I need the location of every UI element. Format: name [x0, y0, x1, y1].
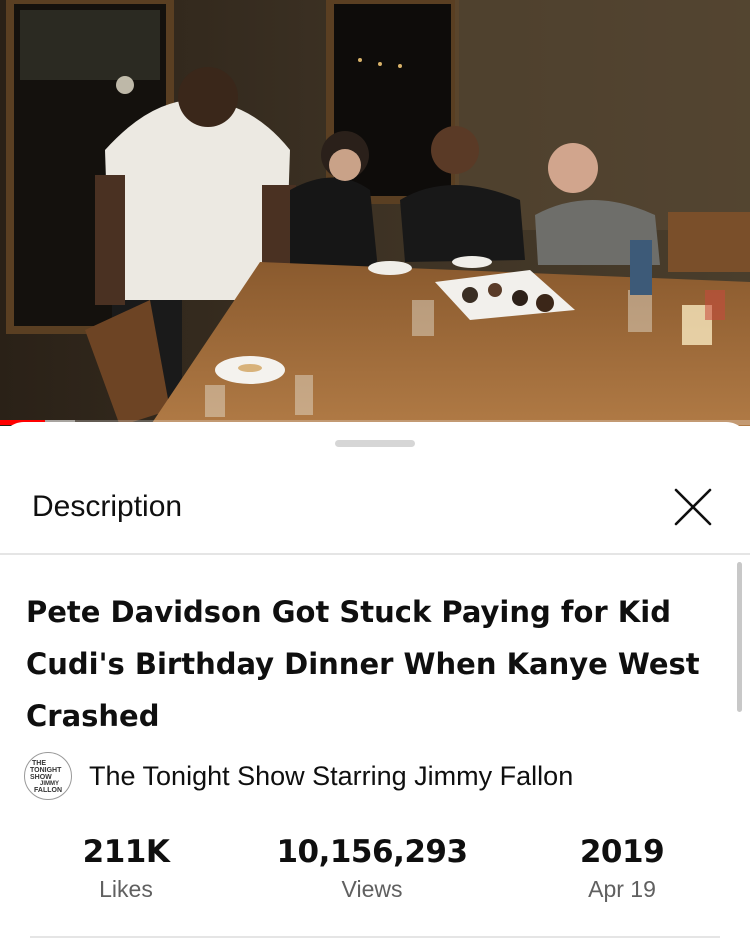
- svg-text:THE: THE: [32, 760, 46, 767]
- likes-label: Likes: [99, 876, 153, 902]
- header-divider: [0, 553, 750, 555]
- svg-text:SHOW: SHOW: [30, 774, 52, 781]
- video-title: Pete Davidson Got Stuck Paying for Kid C…: [26, 595, 700, 733]
- video-frame-image: [0, 0, 750, 426]
- channel-name[interactable]: The Tonight Show Starring Jimmy Fallon: [89, 761, 573, 792]
- svg-text:FALLON: FALLON: [34, 787, 62, 794]
- app-frame: Description Pete Davidson Got Stuck Payi…: [0, 0, 750, 940]
- channel-row[interactable]: THE TONIGHT SHOW JIMMY FALLON The Tonigh…: [24, 752, 573, 800]
- close-button[interactable]: [666, 480, 720, 534]
- channel-avatar[interactable]: THE TONIGHT SHOW JIMMY FALLON: [24, 752, 72, 800]
- tonight-show-logo: THE TONIGHT SHOW JIMMY FALLON: [30, 760, 62, 794]
- video-player[interactable]: [0, 0, 750, 426]
- svg-text:TONIGHT: TONIGHT: [30, 767, 62, 774]
- scrollbar[interactable]: [737, 562, 742, 712]
- publish-year: 2019: [579, 834, 665, 870]
- views-count: 10,156,293: [276, 834, 468, 870]
- stats-divider: [30, 936, 720, 938]
- drag-handle[interactable]: [335, 440, 415, 447]
- close-icon: [674, 488, 712, 526]
- likes-count: 211K: [82, 834, 170, 870]
- stat-date: 2019 Apr 19: [562, 832, 682, 906]
- stat-likes: 211K Likes: [64, 832, 188, 906]
- sheet-title: Description: [32, 490, 183, 523]
- description-sheet: Description Pete Davidson Got Stuck Payi…: [0, 422, 750, 940]
- publish-date: Apr 19: [588, 876, 656, 902]
- views-label: Views: [341, 876, 403, 902]
- stat-views: 10,156,293 Views: [272, 832, 472, 906]
